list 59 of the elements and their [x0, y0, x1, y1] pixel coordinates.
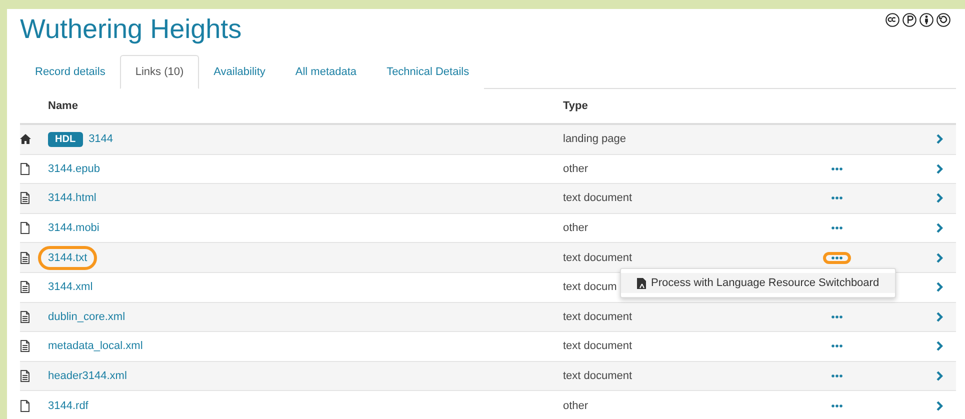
handle-badge[interactable]: HDL	[48, 132, 83, 147]
document-icon	[20, 192, 30, 204]
chevron-right-icon[interactable]	[936, 312, 943, 322]
license-icon	[902, 13, 917, 28]
file-link[interactable]: 3144.mobi	[38, 216, 110, 240]
ellipsis-icon	[831, 314, 843, 319]
file-link[interactable]: 3144.txt	[38, 246, 98, 270]
file-link[interactable]: dublin_core.xml	[38, 304, 136, 329]
document-icon	[637, 278, 646, 289]
tab[interactable]: Links (10)	[120, 55, 199, 89]
document-icon	[20, 310, 30, 323]
file-link[interactable]: header3144.xml	[38, 364, 137, 388]
chevron-right-icon[interactable]	[936, 134, 943, 144]
chevron-right-icon[interactable]	[936, 341, 943, 352]
column-header: Name	[48, 100, 79, 112]
ellipsis-icon	[831, 226, 843, 230]
type-cell: other	[563, 400, 588, 412]
document-icon	[20, 281, 30, 294]
type-cell: text document	[563, 310, 632, 323]
type-cell: text document	[563, 370, 632, 382]
type-cell: text document	[563, 192, 632, 204]
chevron-right-icon[interactable]	[936, 252, 943, 263]
ellipsis-icon	[831, 344, 843, 348]
more-button[interactable]	[823, 252, 851, 264]
license-icon	[936, 13, 951, 28]
chevron-right-icon[interactable]	[936, 164, 943, 174]
home-icon	[20, 134, 31, 144]
ellipsis-icon	[831, 374, 843, 378]
file-icon	[20, 222, 30, 234]
chevron-right-icon[interactable]	[936, 400, 943, 411]
file-link[interactable]: 3144.rdf	[38, 394, 98, 418]
type-cell: text document	[563, 340, 632, 352]
ellipsis-icon	[831, 196, 843, 200]
type-cell: text docum	[563, 281, 617, 294]
chevron-right-icon[interactable]	[936, 282, 943, 292]
license-icon	[919, 13, 934, 28]
ellipsis-icon	[831, 166, 843, 171]
file-link[interactable]: 3144.html	[38, 186, 106, 210]
chevron-right-icon[interactable]	[936, 193, 943, 204]
type-cell: landing page	[563, 133, 626, 146]
file-link[interactable]: 3144.xml	[38, 275, 103, 300]
file-icon	[20, 162, 30, 175]
document-icon	[20, 252, 30, 264]
ellipsis-icon	[831, 404, 843, 408]
ellipsis-icon	[831, 256, 843, 260]
type-cell: text document	[563, 252, 632, 264]
chevron-right-icon[interactable]	[936, 223, 943, 234]
file-link[interactable]: metadata_local.xml	[38, 334, 153, 358]
file-link[interactable]: 3144.epub	[38, 156, 110, 181]
menu-item[interactable]: Process with Language Resource Switchboard	[621, 273, 896, 294]
file-icon	[20, 400, 30, 412]
chevron-right-icon[interactable]	[936, 371, 943, 382]
license-icon	[885, 13, 900, 28]
document-icon	[20, 340, 30, 352]
type-cell: other	[563, 222, 588, 234]
document-icon	[20, 370, 30, 382]
column-header: Type	[563, 100, 589, 112]
type-cell: other	[563, 162, 588, 175]
page-title: Wuthering Heights	[20, 13, 242, 45]
